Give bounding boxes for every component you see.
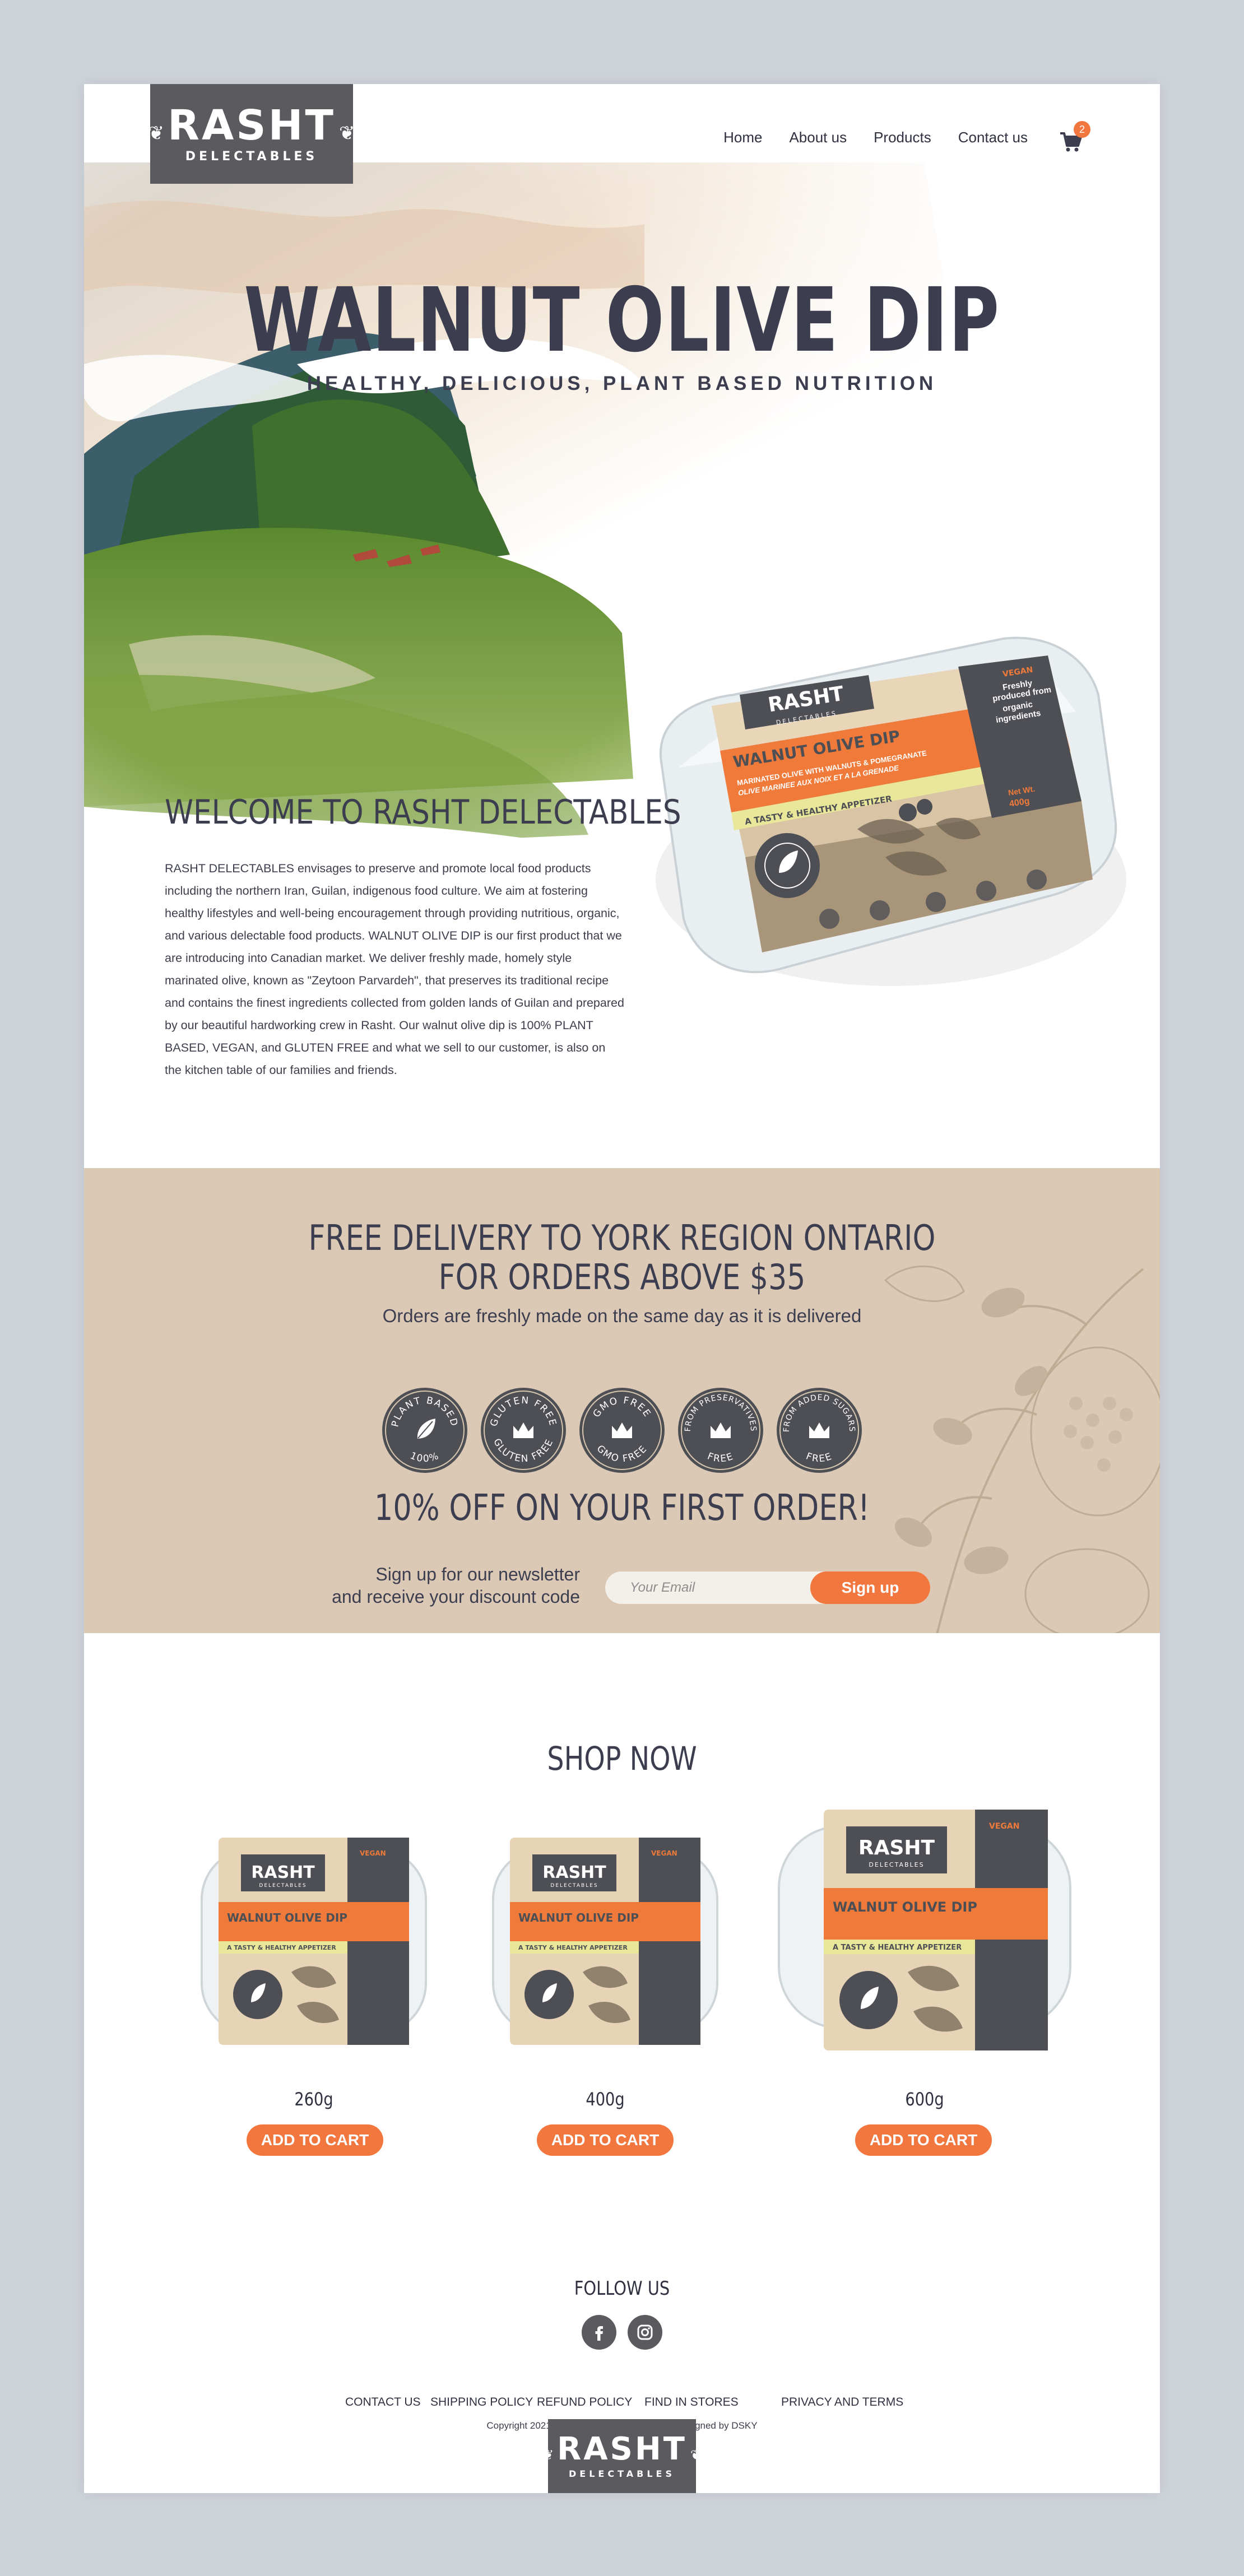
- crown-leaf-icon: ❦: [690, 2447, 702, 2463]
- delivery-headline-line2: FOR ORDERS ABOVE $35: [438, 1257, 806, 1298]
- hero-title: WALNUT OLIVE DIP: [244, 269, 1000, 372]
- footer-link-privacy-and-terms[interactable]: PRIVACY AND TERMS: [781, 2396, 903, 2409]
- package-brand-sub: DELECTABLES: [550, 1883, 598, 1889]
- package-product-name: WALNUT OLIVE DIP: [227, 1911, 347, 1924]
- package-product-name: WALNUT OLIVE DIP: [833, 1899, 977, 1915]
- feature-badges: PLANT BASED 100% GLUTEN FREE GLUTEN FREE: [381, 1387, 863, 1474]
- discount-offer-title: 10% OFF ON YOUR FIRST ORDER!: [374, 1487, 870, 1529]
- gmo-free-badge: GMO FREE GMO FREE: [579, 1388, 665, 1473]
- product-image-400g[interactable]: RASHT DELECTABLES VEGAN WALNUT OLIVE DIP…: [488, 1826, 723, 2067]
- nav-about-us[interactable]: About us: [789, 129, 847, 146]
- email-field[interactable]: [605, 1571, 807, 1604]
- add-to-cart-button[interactable]: ADD TO CART: [247, 2124, 383, 2156]
- gluten-free-badge: GLUTEN FREE GLUTEN FREE: [481, 1388, 566, 1473]
- welcome-body: RASHT DELECTABLES envisages to preserve …: [165, 862, 624, 1077]
- follow-us-heading: FOLLOW US: [574, 2277, 670, 2300]
- package-appetizer: A TASTY & HEALTHY APPETIZER: [227, 1944, 336, 1951]
- delivery-subtitle: Orders are freshly made on the same day …: [382, 1305, 862, 1326]
- add-to-cart-button[interactable]: ADD TO CART: [537, 2124, 674, 2156]
- logo-subtitle: DELECTABLES: [185, 149, 318, 164]
- package-vegan: VEGAN: [360, 1849, 386, 1857]
- logo-subtitle: DELECTABLES: [569, 2468, 675, 2479]
- footer-link-refund-policy[interactable]: REFUND POLICY: [537, 2396, 632, 2409]
- main-nav: Home About us Products Contact us: [723, 129, 1028, 146]
- crown-leaf-icon: ❦: [542, 2447, 554, 2463]
- footer-link-contact-us[interactable]: CONTACT US: [345, 2396, 421, 2409]
- product-weight: 600g: [905, 2089, 944, 2110]
- delivery-headline-line1: FREE DELIVERY TO YORK REGION ONTARIO: [308, 1217, 936, 1258]
- package-brand-sub: DELECTABLES: [869, 1861, 924, 1868]
- product-card-600g: RASHT DELECTABLES VEGAN WALNUT OLIVE DIP…: [773, 1798, 1076, 2156]
- package-product-name: WALNUT OLIVE DIP: [518, 1911, 639, 1924]
- instagram-icon: [637, 2324, 653, 2340]
- newsletter-label-line1: Sign up for our newsletter: [375, 1564, 580, 1584]
- instagram-link[interactable]: [628, 2315, 662, 2350]
- logo-wordmark: ❦RASHT❦: [542, 2430, 702, 2467]
- footer-logo[interactable]: ❦ RASHT ❦ DELECTABLES: [542, 2419, 702, 2493]
- facebook-icon: [595, 2326, 603, 2341]
- product-card-260g: RASHT DELECTABLES VEGAN WALNUT OLIVE DIP…: [196, 1826, 431, 2156]
- shop-now-title: SHOP NOW: [547, 1740, 697, 1778]
- package-appetizer: A TASTY & HEALTHY APPETIZER: [518, 1944, 628, 1951]
- preservative-free-badge: FROM PRESERVATIVES FREE: [678, 1388, 763, 1473]
- product-weight: 400g: [586, 2089, 625, 2110]
- hero-subtitle: HEALTHY, DELICIOUS, PLANT BASED NUTRITIO…: [307, 373, 937, 394]
- facebook-link[interactable]: [582, 2315, 616, 2350]
- plant-based-badge: PLANT BASED 100%: [382, 1388, 467, 1473]
- package-brand: RASHT: [251, 1863, 315, 1882]
- page: ❦RASHT ❦ DELECTABLES Home About us Produc…: [84, 84, 1160, 2493]
- logo-wordmark: ❦RASHT❦: [148, 101, 355, 150]
- nav-home[interactable]: Home: [723, 129, 762, 146]
- newsletter-form: Sign up: [605, 1571, 930, 1604]
- cart-count-badge: 2: [1074, 121, 1090, 138]
- footer-link-shipping-policy[interactable]: SHIPPING POLICY: [430, 2396, 533, 2409]
- package-vegan: VEGAN: [651, 1849, 677, 1857]
- nav-contact-us[interactable]: Contact us: [958, 129, 1028, 146]
- package-brand: RASHT: [542, 1863, 606, 1882]
- product-image-260g[interactable]: RASHT DELECTABLES VEGAN WALNUT OLIVE DIP…: [196, 1826, 431, 2067]
- hero-section: ❦RASHT ❦ DELECTABLES Home About us Produc…: [84, 84, 1160, 1168]
- hero-product-image: RASHT DELECTABLES VEGAN Freshly produced…: [656, 636, 1126, 986]
- newsletter-label: Sign up for our newsletter and receive y…: [291, 1563, 580, 1608]
- package-vegan: VEGAN: [989, 1822, 1019, 1831]
- sign-up-button[interactable]: Sign up: [810, 1571, 930, 1604]
- footer-link-find-in-stores[interactable]: FIND IN STORES: [644, 2396, 739, 2409]
- newsletter-label-line2: and receive your discount code: [332, 1587, 580, 1607]
- delivery-headline: FREE DELIVERY TO YORK REGION ONTARIO FOR…: [170, 1219, 1074, 1297]
- welcome-title: WELCOME TO RASHT DELECTABLES: [165, 793, 681, 832]
- package-appetizer: A TASTY & HEALTHY APPETIZER: [833, 1943, 962, 1952]
- product-image-600g[interactable]: RASHT DELECTABLES VEGAN WALNUT OLIVE DIP…: [773, 1798, 1076, 2067]
- product-card-400g: RASHT DELECTABLES VEGAN WALNUT OLIVE DIP…: [488, 1826, 723, 2156]
- social-links: [582, 2315, 662, 2350]
- add-to-cart-button[interactable]: ADD TO CART: [855, 2124, 992, 2156]
- header-logo[interactable]: ❦RASHT ❦ DELECTABLES: [148, 84, 355, 184]
- crown-leaf-icon: ❦: [338, 122, 355, 144]
- nav-products[interactable]: Products: [874, 129, 931, 146]
- package-brand-sub: DELECTABLES: [259, 1883, 307, 1889]
- sugar-free-badge: FROM ADDED SUGARS FREE: [777, 1388, 862, 1473]
- package-brand: RASHT: [858, 1836, 935, 1859]
- product-weight: 260g: [294, 2089, 333, 2110]
- cart-button[interactable]: 2: [1059, 121, 1090, 154]
- crown-leaf-icon: ❦: [148, 122, 165, 144]
- promo-section: FREE DELIVERY TO YORK REGION ONTARIO FOR…: [84, 1168, 1160, 1633]
